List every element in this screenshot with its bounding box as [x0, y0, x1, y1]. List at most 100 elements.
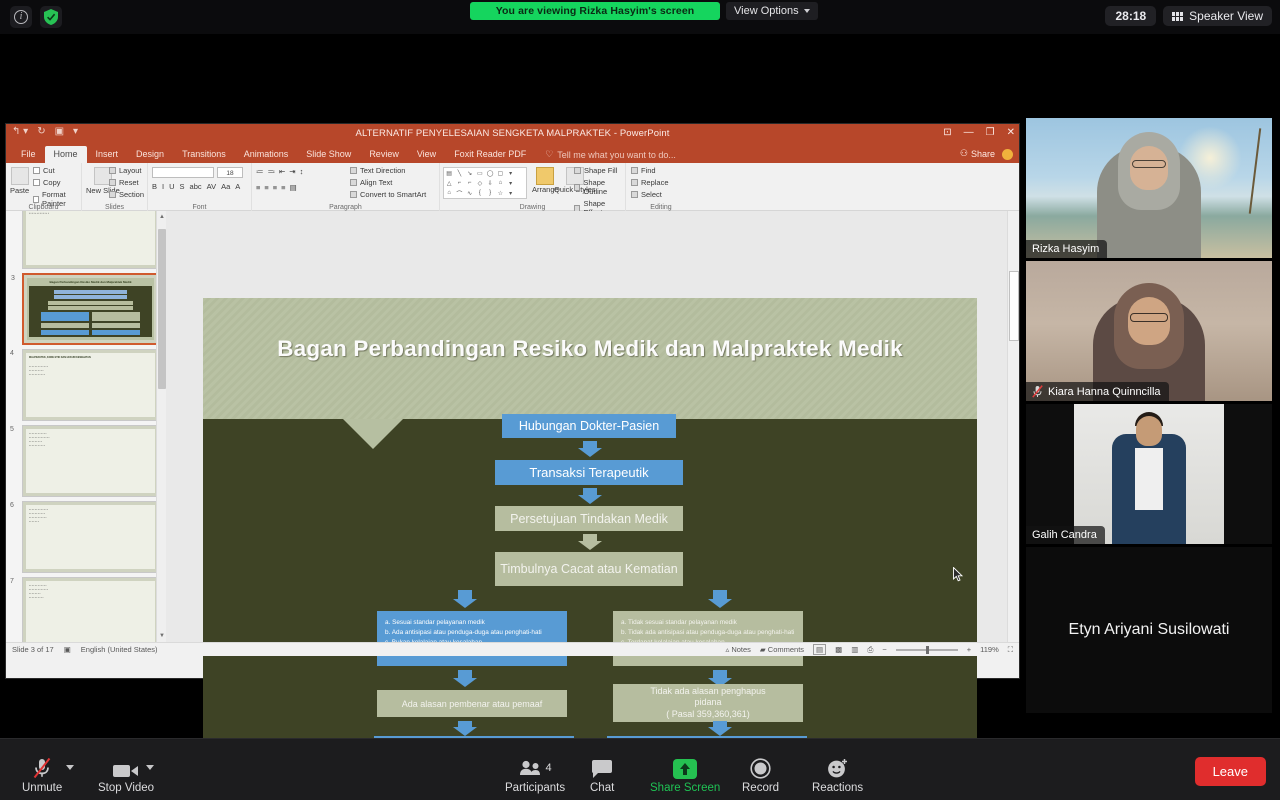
justify-button[interactable]: ≡	[281, 183, 285, 192]
slide-thumbnail[interactable]: 7 ▪ ▪ ▪ ▪ ▪ ▪ ▪ ▪ ▪ ▪ ▪ ▪ ▪ ▪ ▪ ▪ ▪ ▪ ▪ ▪…	[10, 577, 159, 649]
tab-file[interactable]: File	[12, 146, 45, 163]
slide-thumbnail[interactable]: 4 MALPRAKTEK, KODE ETIK DAN HUKUM KESEHA…	[10, 349, 159, 421]
tab-view[interactable]: View	[408, 146, 445, 163]
mute-button[interactable]: Unmute	[22, 757, 62, 794]
share-screen-button[interactable]: Share Screen	[650, 757, 720, 794]
slide-sorter-view-button[interactable]: ▩	[835, 645, 842, 654]
italic-button[interactable]: I	[162, 182, 164, 191]
ribbon-display-options-icon[interactable]: ⊡	[943, 127, 951, 138]
video-tile-rizka-hasyim[interactable]: Rizka Hasyim	[1026, 118, 1272, 258]
convert-smartart-button[interactable]: Convert to SmartArt	[350, 190, 426, 199]
leave-button[interactable]: Leave	[1194, 757, 1266, 786]
comments-button[interactable]: ▰ Comments	[760, 645, 804, 654]
audio-options-chevron-icon[interactable]	[66, 765, 74, 770]
tab-design[interactable]: Design	[127, 146, 173, 163]
notes-button[interactable]: ▵ Notes	[725, 645, 750, 654]
video-tile-kiara-hanna-quinncilla[interactable]: Kiara Hanna Quinncilla	[1026, 261, 1272, 401]
font-size-input[interactable]: 18	[217, 167, 243, 178]
criteria-box-left[interactable]: a. Sesuai standar pelayanan medik b. Ada…	[377, 611, 567, 666]
numbering-button[interactable]: ≕	[268, 167, 276, 176]
fit-to-window-button[interactable]: ⛶	[1008, 645, 1013, 655]
decrease-indent-button[interactable]: ⇤	[279, 167, 285, 176]
video-options-chevron-icon[interactable]	[146, 765, 154, 770]
bullets-button[interactable]: ≔	[256, 167, 264, 176]
normal-view-button[interactable]: ▤	[813, 644, 827, 655]
tab-transitions[interactable]: Transitions	[173, 146, 235, 163]
tab-foxit-reader-pdf[interactable]: Foxit Reader PDF	[445, 146, 535, 163]
underline-button[interactable]: U	[169, 182, 174, 191]
minimize-button[interactable]: —	[964, 127, 974, 138]
restore-button[interactable]: ❐	[986, 127, 995, 138]
zoom-slider[interactable]	[895, 645, 958, 654]
slide-thumbnail[interactable]: 5 ▪ ▪ ▪ ▪ ▪ ▪ ▪ ▪ ▪ ▪ ▪ ▪ ▪ ▪ ▪ ▪ ▪ ▪ ▪ ▪…	[10, 425, 159, 497]
info-icon[interactable]: i	[10, 6, 32, 28]
tell-me-search[interactable]: ♡ Tell me what you want to do...	[545, 149, 676, 160]
text-direction-button[interactable]: Text Direction	[350, 166, 426, 175]
criteria-box-right[interactable]: a. Tidak sesuai standar pelayanan medik …	[613, 611, 803, 666]
font-name-input[interactable]	[152, 167, 214, 178]
arrange-icon[interactable]	[536, 167, 555, 185]
slide-title[interactable]: Bagan Perbandingan Resiko Medik dan Malp…	[203, 336, 977, 362]
columns-button[interactable]: ▤	[290, 183, 297, 192]
reset-button[interactable]: Reset	[109, 178, 144, 187]
flow-node-timbulnya-cacat-kematian[interactable]: Timbulnya Cacat atau Kematian	[495, 552, 683, 586]
shadow-button[interactable]: S	[180, 182, 185, 191]
slide-thumbnail[interactable]: 2 ▪ ▪ ▪ ▪ ▪ ▪ ▪ ▪ ▪ ▪ ▪ ▪ ▪ ▪ ▪▪ ▪ ▪ ▪ ▪…	[22, 211, 159, 269]
scroll-up-arrow-icon[interactable]: ▲	[158, 213, 166, 221]
encryption-shield-icon[interactable]	[40, 6, 62, 28]
tab-slide-show[interactable]: Slide Show	[297, 146, 360, 163]
shapes-gallery[interactable]: ▤ ╲ ↘ ▭ ◯ ▢ ▾ △ ⌐ ⌐ ◇ ⇩ ⌂ ▾ ⌂ ⌒ ∿{} ☆ ▾	[443, 167, 527, 199]
canvas-scrollbar-thumb[interactable]	[1009, 271, 1019, 341]
slide-canvas[interactable]: Bagan Perbandingan Resiko Medik dan Malp…	[167, 211, 1019, 738]
copy-button[interactable]: Copy	[33, 178, 81, 187]
slide-editing-area[interactable]: Bagan Perbandingan Resiko Medik dan Malp…	[203, 298, 977, 738]
flow-node-transaksi-terapeutik[interactable]: Transaksi Terapeutik	[495, 460, 683, 485]
zoom-in-button[interactable]: +	[967, 645, 971, 654]
shape-outline-button[interactable]: Shape Outline	[574, 178, 625, 196]
layout-button[interactable]: Layout	[109, 166, 144, 175]
shape-fill-button[interactable]: Shape Fill	[574, 166, 625, 175]
speaker-view-button[interactable]: Speaker View	[1163, 6, 1272, 26]
slide-thumbnail[interactable]: 6 ▪ ▪ ▪ ▪ ▪ ▪ ▪ ▪ ▪ ▪ ▪ ▪ ▪ ▪ ▪ ▪ ▪ ▪ ▪ ▪…	[10, 501, 159, 573]
video-tile-etyn-ariyani-susilowati[interactable]: Etyn Ariyani Susilowati	[1026, 547, 1272, 713]
section-button[interactable]: Section	[109, 190, 144, 199]
cut-button[interactable]: Cut	[33, 166, 81, 175]
scroll-down-arrow-icon[interactable]: ▼	[158, 632, 166, 640]
bold-button[interactable]: B	[152, 182, 157, 191]
account-avatar[interactable]	[1002, 149, 1013, 160]
zoom-slider-handle[interactable]	[925, 645, 929, 654]
tab-review[interactable]: Review	[360, 146, 408, 163]
line-spacing-button[interactable]: ↕	[300, 167, 304, 176]
video-tile-galih-candra[interactable]: Galih Candra	[1026, 404, 1272, 544]
align-text-button[interactable]: Align Text	[350, 178, 426, 187]
share-button[interactable]: ⚇ Share	[960, 148, 995, 159]
stop-video-button[interactable]: Stop Video	[98, 757, 154, 794]
slide-thumbnail-pane[interactable]: 2 ▪ ▪ ▪ ▪ ▪ ▪ ▪ ▪ ▪ ▪ ▪ ▪ ▪ ▪ ▪▪ ▪ ▪ ▪ ▪…	[6, 211, 166, 656]
character-spacing-button[interactable]: AV	[207, 182, 216, 191]
select-button[interactable]: Select	[631, 190, 669, 199]
slide-thumbnail-selected[interactable]: 3 Bagan Perbandingan Resiko Medik dan Ma…	[11, 273, 159, 345]
change-case-button[interactable]: Aa	[221, 182, 230, 191]
reactions-button[interactable]: Reactions	[812, 757, 863, 794]
find-button[interactable]: Find	[631, 166, 669, 175]
paste-icon[interactable]	[10, 167, 29, 185]
participants-button[interactable]: 4 Participants	[505, 757, 565, 794]
slide-show-button[interactable]: ⎙	[867, 645, 873, 655]
font-color-button[interactable]: A	[235, 182, 240, 191]
view-options-button[interactable]: View Options	[726, 2, 818, 20]
strikethrough-button[interactable]: abc	[190, 182, 202, 191]
canvas-scrollbar[interactable]	[1007, 211, 1019, 656]
align-center-button[interactable]: ≡	[264, 183, 268, 192]
align-left-button[interactable]: ≡	[256, 183, 260, 192]
flow-node-hubungan-dokter-pasien[interactable]: Hubungan Dokter-Pasien	[502, 414, 676, 438]
record-button[interactable]: Record	[742, 757, 779, 794]
close-button[interactable]: ✕	[1007, 127, 1015, 138]
reading-view-button[interactable]: ▥	[851, 645, 858, 654]
chat-button[interactable]: Chat	[590, 757, 614, 794]
flow-node-persetujuan-tindakan-medik[interactable]: Persetujuan Tindakan Medik	[495, 506, 683, 531]
tab-insert[interactable]: Insert	[87, 146, 128, 163]
tab-home[interactable]: Home	[44, 146, 87, 163]
align-right-button[interactable]: ≡	[273, 183, 277, 192]
increase-indent-button[interactable]: ⇥	[289, 167, 295, 176]
thumbnail-scrollbar[interactable]: ▲ ▼	[156, 211, 166, 656]
